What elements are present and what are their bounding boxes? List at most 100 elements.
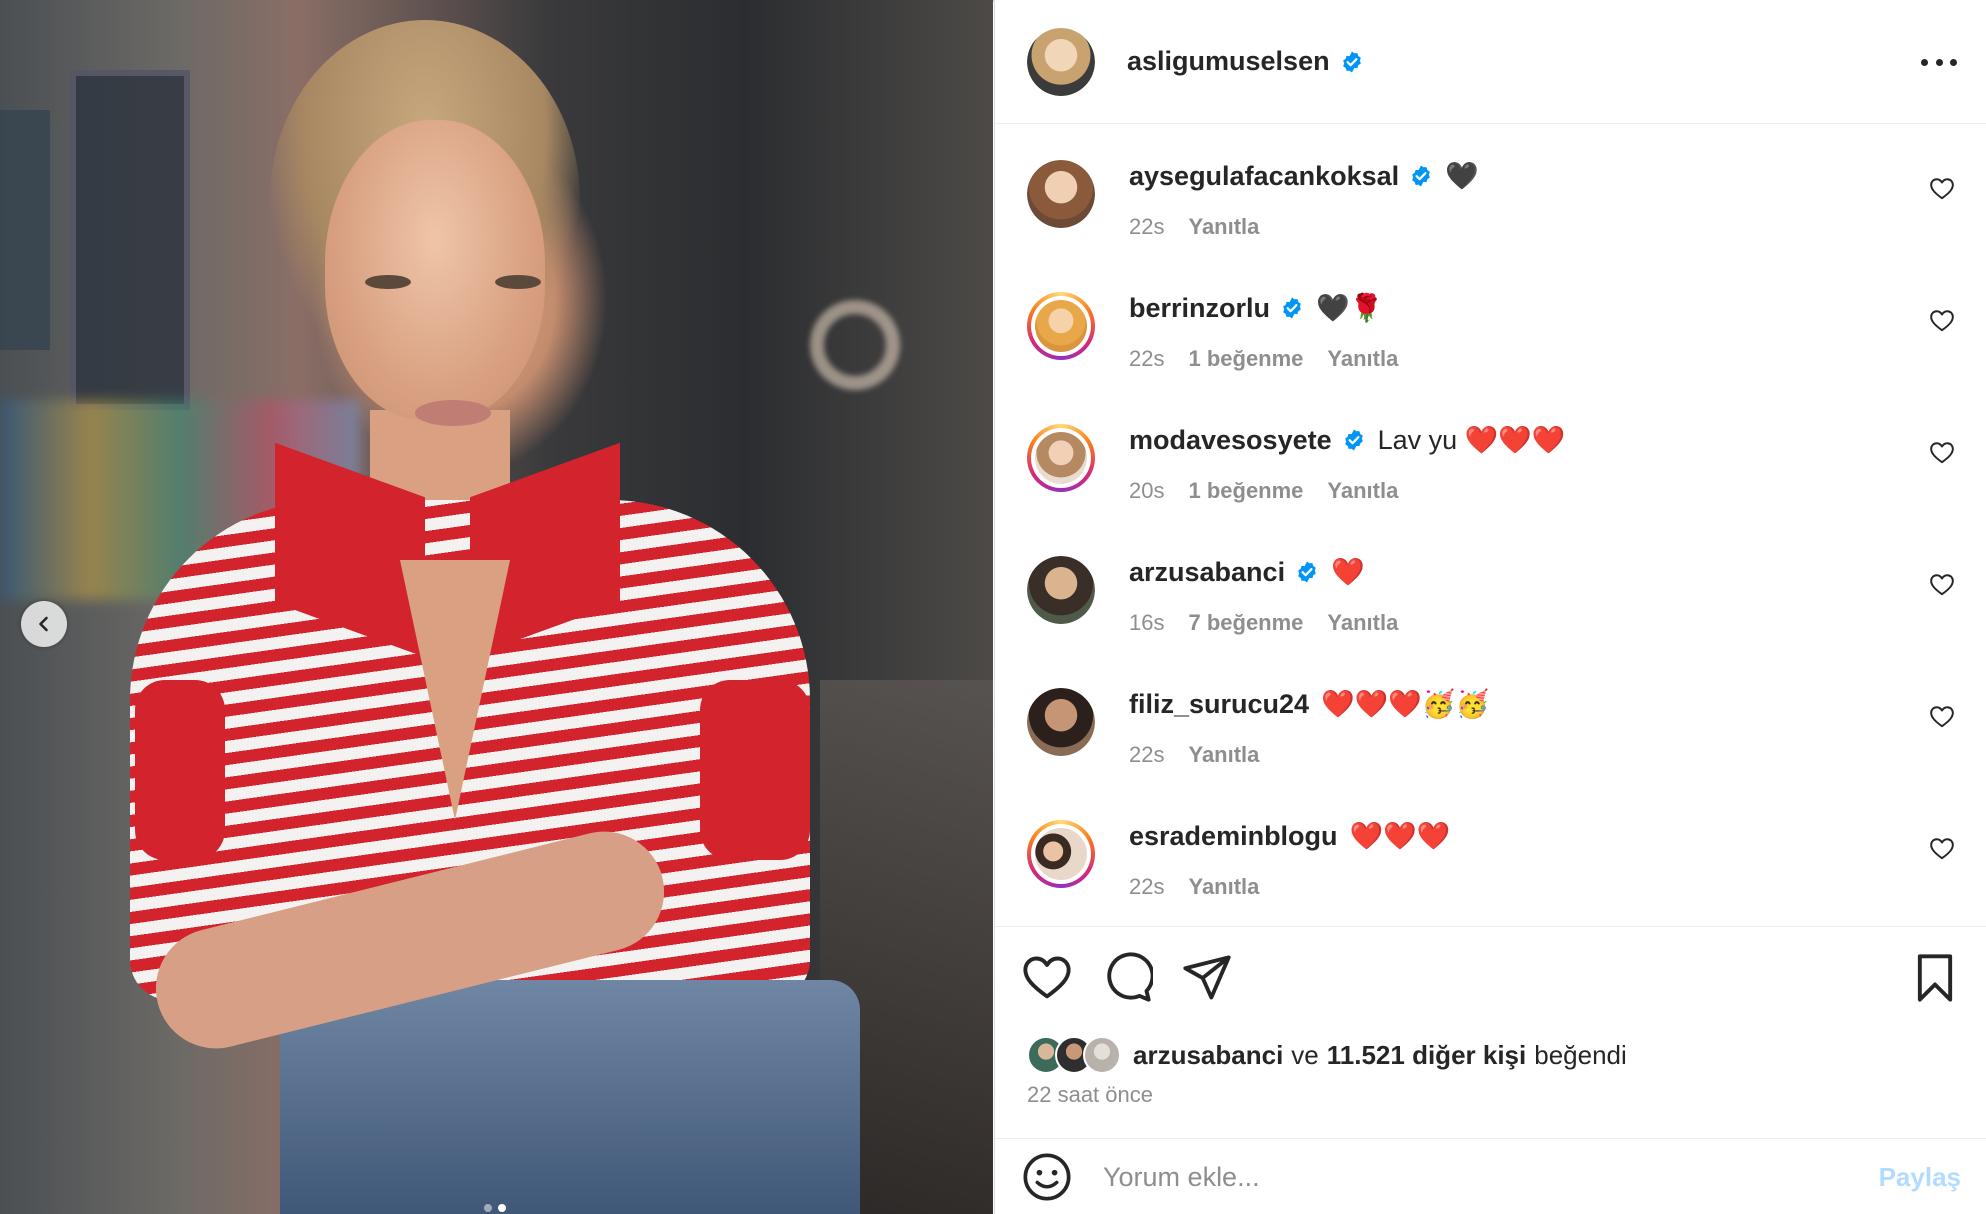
comment-body: arzusabanci ❤️ [1129, 556, 1365, 588]
post-actions-bar [995, 952, 1986, 1012]
carousel-indicator [484, 1204, 506, 1212]
photo-subject-sleeve [135, 680, 225, 860]
reply-button[interactable]: Yanıtla [1327, 478, 1398, 504]
emoji-button[interactable] [1021, 1151, 1073, 1203]
reply-button[interactable]: Yanıtla [1188, 214, 1259, 240]
post-header: asligumuselsen [995, 0, 1986, 124]
liker-avatars[interactable] [1027, 1036, 1121, 1074]
carousel-dot-active [498, 1204, 506, 1212]
photo-subject-face [325, 120, 545, 420]
author-avatar[interactable] [1027, 27, 1095, 96]
photo-subject-sleeve [700, 680, 810, 860]
post-side-panel: asligumuselsen aysegulafacankoksal 🖤 22s… [994, 0, 1986, 1214]
comment-like-heart-icon[interactable] [1929, 704, 1955, 730]
comments-list: aysegulafacankoksal 🖤 22s Yanıtla berrin… [995, 140, 1986, 932]
post-comment-button[interactable]: Paylaş [1879, 1162, 1961, 1193]
comment-item: aysegulafacankoksal 🖤 22s Yanıtla [995, 140, 1986, 272]
commenter-avatar[interactable] [1027, 688, 1095, 756]
comment-composer: Paylaş [995, 1140, 1986, 1214]
post-timestamp[interactable]: 22 saat önce [1027, 1082, 1153, 1108]
comment-likes[interactable]: 1 beğenme [1188, 478, 1303, 504]
comment-time[interactable]: 20s [1129, 478, 1164, 504]
comment-like-heart-icon[interactable] [1929, 176, 1955, 202]
commenter-username[interactable]: modavesosyete [1129, 425, 1332, 456]
comment-text: ❤️ [1331, 557, 1365, 587]
divider [995, 926, 1986, 927]
comment-like-heart-icon[interactable] [1929, 308, 1955, 334]
carousel-dot [484, 1204, 492, 1212]
comment-text: Lav yu ❤️❤️❤️ [1377, 425, 1566, 455]
divider [995, 1138, 1986, 1139]
comment-text: 🖤 [1445, 161, 1479, 191]
background-art [0, 110, 50, 350]
commenter-avatar[interactable] [1027, 424, 1095, 492]
comment-button[interactable] [1101, 952, 1155, 1004]
author-username[interactable]: asligumuselsen [1127, 46, 1330, 77]
comment-meta: 16s 7 beğenme Yanıtla [1129, 610, 1398, 636]
commenter-avatar[interactable] [1027, 820, 1095, 888]
more-dot [1950, 58, 1957, 66]
comment-time[interactable]: 22s [1129, 874, 1164, 900]
photo-subject-eye [495, 275, 541, 289]
comment-time[interactable]: 22s [1129, 346, 1164, 372]
comment-body: berrinzorlu 🖤🌹 [1129, 292, 1383, 324]
comment-meta: 22s Yanıtla [1129, 742, 1259, 768]
commenter-avatar[interactable] [1027, 160, 1095, 228]
verified-badge-icon [1344, 429, 1363, 451]
comment-meta: 22s 1 beğenme Yanıtla [1129, 346, 1398, 372]
comment-likes[interactable]: 7 beğenme [1188, 610, 1303, 636]
other-likers-link[interactable]: 11.521 diğer kişi [1327, 1040, 1526, 1071]
carousel-prev-button[interactable] [21, 601, 67, 647]
comment-body: filiz_surucu24 ❤️❤️❤️🥳🥳 [1129, 688, 1489, 720]
reply-button[interactable]: Yanıtla [1188, 874, 1259, 900]
comment-time[interactable]: 22s [1129, 742, 1164, 768]
comment-body: modavesosyete Lav yu ❤️❤️❤️ [1129, 424, 1566, 456]
comment-time[interactable]: 16s [1129, 610, 1164, 636]
first-liker-username[interactable]: arzusabanci [1133, 1040, 1283, 1071]
paper-plane-icon [1183, 955, 1231, 1000]
chevron-left-icon [39, 616, 48, 632]
comment-like-heart-icon[interactable] [1929, 440, 1955, 466]
more-options-button[interactable] [1921, 44, 1957, 80]
commenter-avatar[interactable] [1027, 292, 1095, 360]
comment-meta: 22s Yanıtla [1129, 874, 1259, 900]
likes-summary: arzusabanci ve 11.521 diğer kişi beğendi [1027, 1036, 1627, 1074]
share-button[interactable] [1181, 952, 1233, 1004]
commenter-username[interactable]: berrinzorlu [1129, 293, 1270, 324]
comment-meta: 20s 1 beğenme Yanıtla [1129, 478, 1398, 504]
photo-subject-jeans [280, 980, 860, 1214]
comment-item: arzusabanci ❤️ 16s 7 beğenme Yanıtla [995, 536, 1986, 668]
comment-text: 🖤🌹 [1316, 293, 1384, 323]
heart-outline-icon [1023, 956, 1071, 999]
likes-suffix: beğendi [1534, 1039, 1627, 1070]
verified-badge-icon [1412, 165, 1430, 187]
liker-avatar [1083, 1036, 1121, 1074]
likes-connector: ve [1291, 1039, 1319, 1070]
commenter-username[interactable]: aysegulafacankoksal [1129, 161, 1399, 192]
more-dot [1935, 58, 1943, 66]
comment-text: ❤️❤️❤️ [1349, 821, 1451, 851]
comment-likes[interactable]: 1 beğenme [1188, 346, 1303, 372]
comment-body: esrademinblogu ❤️❤️❤️ [1129, 820, 1450, 852]
commenter-username[interactable]: filiz_surucu24 [1129, 689, 1309, 720]
more-dot [1921, 58, 1928, 66]
commenter-username[interactable]: arzusabanci [1129, 557, 1285, 588]
like-button[interactable] [1021, 952, 1073, 1004]
background-poster [70, 70, 190, 410]
bookmark-icon [1917, 954, 1953, 1002]
comment-meta: 22s Yanıtla [1129, 214, 1259, 240]
reply-button[interactable]: Yanıtla [1327, 610, 1398, 636]
comment-like-heart-icon[interactable] [1929, 836, 1955, 862]
post-media[interactable] [0, 0, 993, 1214]
photo-subject-lips [415, 400, 491, 426]
commenter-avatar[interactable] [1027, 556, 1095, 624]
commenter-username[interactable]: esrademinblogu [1129, 821, 1338, 852]
reply-button[interactable]: Yanıtla [1188, 742, 1259, 768]
comment-like-heart-icon[interactable] [1929, 572, 1955, 598]
save-button[interactable] [1909, 952, 1961, 1004]
comment-input[interactable] [1103, 1161, 1843, 1193]
reply-button[interactable]: Yanıtla [1327, 346, 1398, 372]
photo-subject-eye [365, 275, 411, 289]
comment-item: filiz_surucu24 ❤️❤️❤️🥳🥳 22s Yanıtla [995, 668, 1986, 800]
comment-time[interactable]: 22s [1129, 214, 1164, 240]
